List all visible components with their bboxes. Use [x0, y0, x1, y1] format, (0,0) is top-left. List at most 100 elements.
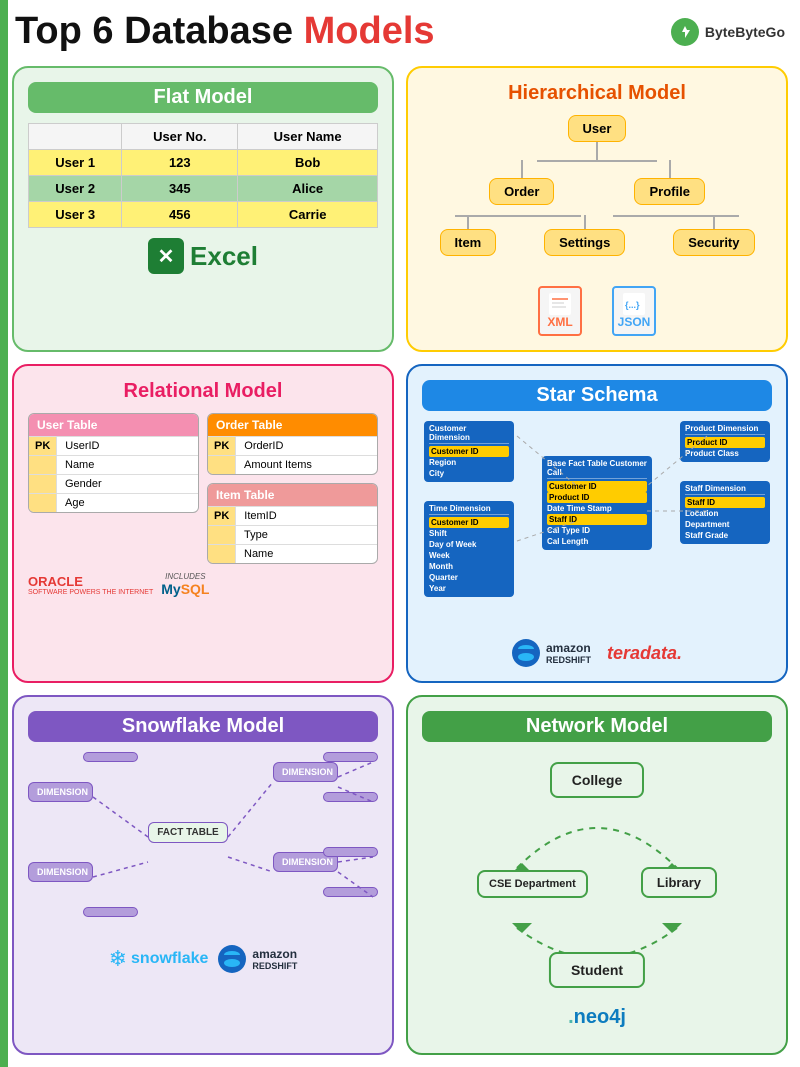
customer-dimension: Customer Dimension Customer ID Region Ci…: [424, 421, 514, 482]
table-row: User 2 345 Alice: [29, 176, 378, 202]
table-row: PK UserID: [29, 436, 198, 455]
user-table-section: User Table PK UserID Name Gender: [28, 413, 199, 513]
mysql-text: MySQL: [161, 581, 209, 597]
dim-box-1: DIMENSION: [28, 782, 93, 802]
row-number: 456: [122, 202, 238, 228]
amazon-db-icon: [512, 639, 540, 667]
dim-box-2: DIMENSION: [28, 862, 93, 882]
amazon-product-2: REDSHIFT: [252, 961, 297, 971]
neo4j-text: neo4j: [574, 1006, 626, 1028]
sub-dim-3: [323, 847, 378, 857]
flat-model-table: User No. User Name User 1 123 Bob User 2…: [28, 123, 378, 228]
sub-dim-5: [83, 752, 138, 762]
cell-gender: Gender: [57, 475, 198, 493]
hier-node-profile: Profile: [634, 178, 704, 205]
staff-id-row: Staff ID: [685, 497, 765, 508]
excel-logo: ✕ Excel: [28, 238, 378, 274]
fact-datetime: Date Time Stamp: [547, 503, 647, 514]
xml-file-icon: XML: [538, 286, 582, 336]
excel-icon: ✕: [148, 238, 184, 274]
hierarchical-model-title: Hierarchical Model: [422, 82, 772, 105]
staff-dim-title: Staff Dimension: [685, 484, 765, 495]
time-dim-title: Time Dimension: [429, 504, 509, 515]
pk-empty: [29, 475, 57, 493]
table-row: Name: [29, 455, 198, 474]
mysql-logo: INCLUDES MySQL: [161, 572, 209, 597]
cell-userid: UserID: [57, 437, 198, 455]
page-title: Top 6 Database Models: [15, 10, 435, 53]
neo4j-logo: .neo4j: [568, 1006, 626, 1029]
row-name: Carrie: [238, 202, 378, 228]
table-row: User 1 123 Bob: [29, 150, 378, 176]
network-connections: CSE Department Library: [467, 808, 727, 908]
table-row: PK OrderID: [208, 436, 377, 455]
pk-empty: [208, 456, 236, 474]
cse-dept-node: CSE Department: [477, 870, 588, 898]
xml-label: XML: [547, 315, 572, 329]
snowflake-amazon-logo: amazon REDSHIFT: [218, 945, 297, 973]
brand-icon: [671, 18, 699, 46]
time-week: Week: [429, 550, 509, 561]
row-label: User 3: [29, 202, 122, 228]
sub-dim-1: [323, 752, 378, 762]
row-number: 345: [122, 176, 238, 202]
sub-dim-2: [323, 792, 378, 802]
student-node: Student: [549, 952, 645, 988]
db-logos: ORACLE SOFTWARE POWERS THE INTERNET INCL…: [28, 572, 378, 597]
hier-node-security: Security: [673, 229, 754, 256]
student-node-box: Student: [549, 952, 645, 988]
city-row: City: [429, 468, 509, 479]
student-connection: Student: [467, 918, 727, 988]
brand-name: ByteByteGo: [705, 24, 785, 40]
star-diagram: Customer Dimension Customer ID Region Ci…: [422, 421, 772, 631]
time-dow: Day of Week: [429, 539, 509, 550]
order-table: Order Table PK OrderID Amount Items: [207, 413, 378, 475]
snowflake-diagram: FACT TABLE DIMENSION DIMENSION DIMENSION…: [28, 752, 378, 937]
fact-staff-id: Staff ID: [547, 514, 647, 525]
amazon-brand: amazon: [546, 641, 591, 655]
hier-file-icons: XML {...} JSON: [538, 286, 656, 336]
hierarchical-model-card: Hierarchical Model User Ord: [406, 66, 788, 352]
model-grid: Flat Model User No. User Name User 1 123…: [0, 58, 800, 1067]
fact-customer-id: Customer ID: [547, 481, 647, 492]
order-item-tables: Order Table PK OrderID Amount Items Item…: [207, 413, 378, 564]
pk-badge: PK: [208, 437, 236, 455]
staff-dept: Department: [685, 519, 765, 530]
time-customer-id: Customer ID: [429, 517, 509, 528]
time-quarter: Quarter: [429, 572, 509, 583]
row-name: Alice: [238, 176, 378, 202]
oracle-logo: ORACLE SOFTWARE POWERS THE INTERNET: [28, 574, 153, 596]
cell-age: Age: [57, 494, 198, 512]
table-row: Gender: [29, 474, 198, 493]
region-row: Region: [429, 457, 509, 468]
table-row: Amount Items: [208, 455, 377, 474]
staff-grade: Staff Grade: [685, 530, 765, 541]
cell-itemid: ItemID: [236, 507, 377, 525]
amazon-text: amazon REDSHIFT: [546, 641, 591, 665]
hierarchical-tree: User Order: [422, 115, 772, 336]
hier-node-item: Item: [440, 229, 497, 256]
hier-node-settings: Settings: [544, 229, 625, 256]
pk-empty: [29, 494, 57, 512]
excel-text: Excel: [190, 241, 258, 272]
time-year: Year: [429, 583, 509, 594]
json-box: {...} JSON: [612, 286, 656, 336]
library-node: Library: [641, 867, 717, 898]
fact-table-title: Base Fact Table Customer Call: [547, 459, 647, 479]
amazon-redshift-2: amazon REDSHIFT: [252, 947, 297, 971]
sub-dim-4: [323, 887, 378, 897]
pk-badge: PK: [29, 437, 57, 455]
snowflake-brand: ❄ snowflake: [109, 946, 209, 972]
json-label: JSON: [618, 315, 651, 329]
row-label: User 1: [29, 150, 122, 176]
table-row: PK ItemID: [208, 506, 377, 525]
pk-empty: [208, 545, 236, 563]
time-shift: Shift: [429, 528, 509, 539]
table-row: Age: [29, 493, 198, 512]
time-month: Month: [429, 561, 509, 572]
amazon-product: REDSHIFT: [546, 655, 591, 665]
star-schema-title: Star Schema: [422, 380, 772, 411]
row-label: User 2: [29, 176, 122, 202]
flat-table-header-userno: User No.: [122, 124, 238, 150]
relational-model-card: Relational Model User Table PK UserID Na…: [12, 364, 394, 683]
